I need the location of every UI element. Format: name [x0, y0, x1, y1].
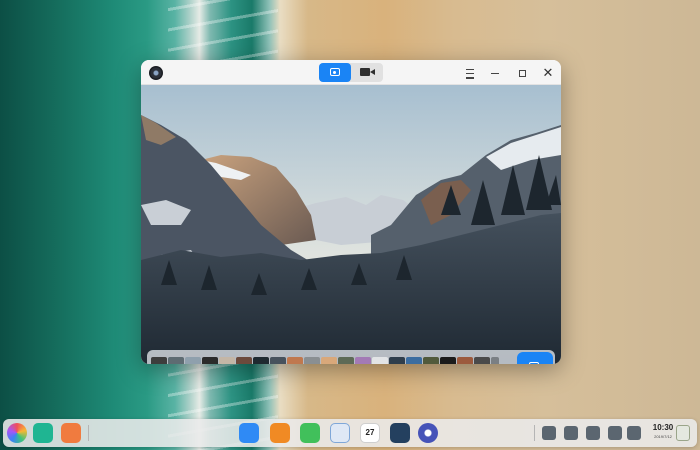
music-icon[interactable] — [300, 423, 320, 443]
thumbnail[interactable] — [372, 357, 388, 364]
maximize-button[interactable] — [515, 66, 529, 80]
shutter-button[interactable] — [517, 352, 553, 364]
trash-icon[interactable] — [676, 425, 690, 441]
thumbnail[interactable] — [321, 357, 337, 364]
camera-app-logo-icon — [149, 66, 163, 80]
thumbnail[interactable] — [406, 357, 422, 364]
camera-viewfinder — [141, 85, 561, 364]
camera-icon — [529, 362, 539, 364]
thumbnail[interactable] — [457, 357, 473, 364]
menu-button[interactable] — [463, 66, 477, 80]
app-store-icon[interactable] — [239, 423, 259, 443]
clock-time: 10:30 — [652, 423, 674, 432]
mountain-valley-scene — [141, 85, 561, 364]
mode-switch — [319, 63, 383, 82]
maximize-icon — [518, 69, 526, 77]
thumbnail[interactable] — [185, 357, 201, 364]
photo-filmstrip — [147, 350, 555, 364]
thumbnail[interactable] — [151, 357, 167, 364]
multitasking-icon[interactable] — [33, 423, 53, 443]
close-icon: ✕ — [542, 65, 554, 80]
thumbnail[interactable] — [287, 357, 303, 364]
video-mode-button[interactable] — [351, 63, 383, 82]
thumbnail[interactable] — [423, 357, 439, 364]
battery-icon[interactable] — [608, 426, 622, 440]
thumbnail[interactable] — [304, 357, 320, 364]
title-bar: ✕ — [141, 60, 561, 85]
thumbnail[interactable] — [491, 357, 499, 364]
thumbnail[interactable] — [219, 357, 235, 364]
workspace-icon[interactable] — [61, 423, 81, 443]
camera-icon — [330, 68, 340, 76]
dock-separator — [88, 425, 89, 441]
thumbnail[interactable] — [440, 357, 456, 364]
calendar-icon[interactable]: 27 — [360, 423, 380, 443]
minimize-button[interactable] — [488, 66, 502, 80]
thumbnail[interactable] — [270, 357, 286, 364]
dock: 27 10:30 2019/7/12 — [3, 419, 697, 447]
system-clock[interactable]: 10:30 2019/7/12 — [648, 423, 678, 441]
thumbnail[interactable] — [389, 357, 405, 364]
clock-date: 2019/7/12 — [654, 434, 672, 439]
thumbnail[interactable] — [253, 357, 269, 364]
mountain-app-icon[interactable] — [390, 423, 410, 443]
video-camera-icon — [360, 68, 375, 76]
network-icon[interactable] — [586, 426, 600, 440]
keyboard-icon[interactable] — [564, 426, 578, 440]
thumbnail[interactable] — [236, 357, 252, 364]
camera-window: ✕ — [141, 60, 561, 364]
settings-icon[interactable] — [418, 423, 438, 443]
thumbnail[interactable] — [338, 357, 354, 364]
close-button[interactable]: ✕ — [541, 66, 555, 80]
thumbnail[interactable] — [168, 357, 184, 364]
minimize-icon — [491, 73, 499, 75]
calendar-day: 27 — [365, 428, 375, 437]
thumbnail[interactable] — [474, 357, 490, 364]
document-viewer-icon[interactable] — [330, 423, 350, 443]
thumbnail[interactable] — [355, 357, 371, 364]
menu-icon — [466, 69, 474, 71]
launcher-icon[interactable] — [7, 423, 27, 443]
file-manager-icon[interactable] — [270, 423, 290, 443]
volume-icon[interactable] — [542, 426, 556, 440]
thumbnail[interactable] — [202, 357, 218, 364]
power-icon[interactable] — [627, 426, 641, 440]
dock-separator — [534, 425, 535, 441]
photo-mode-button[interactable] — [319, 63, 351, 82]
